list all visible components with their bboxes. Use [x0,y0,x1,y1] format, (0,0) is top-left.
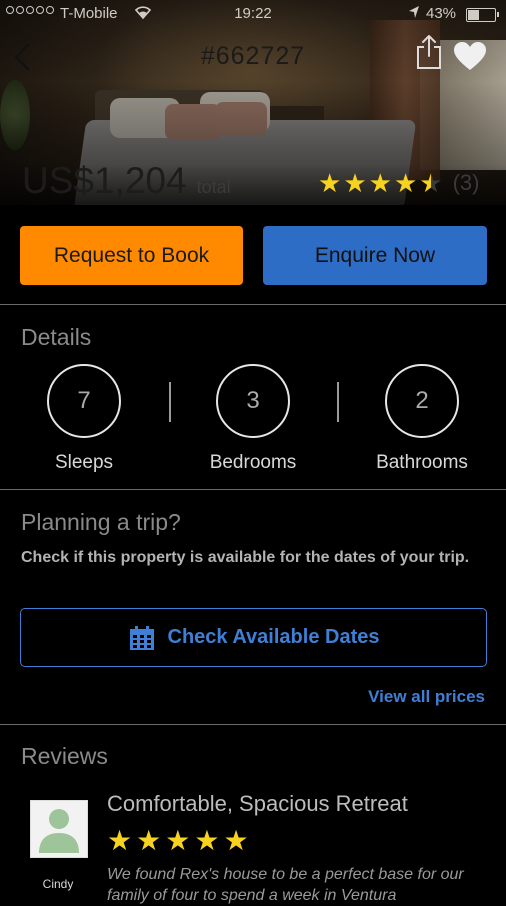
separator [337,382,339,422]
heart-icon [454,42,486,70]
star-icon: ★ [194,825,220,856]
view-all-prices-link[interactable]: View all prices [368,687,485,707]
enquire-now-button[interactable]: Enquire Now [263,226,487,285]
star-icon: ★ [343,168,367,198]
separator [169,382,171,422]
details-title: Details [21,324,92,350]
divider [0,489,506,490]
star-icon: ★ [318,168,342,198]
stat-bedrooms: 3 Bedrooms [183,364,323,474]
divider [0,724,506,725]
sleeps-label: Sleeps [54,452,114,473]
rating: ★ ★ ★ ★ ★ (3) [318,170,479,196]
trip-description: Check if this property is available for … [21,549,470,566]
request-to-book-button[interactable]: Request to Book [20,226,243,285]
star-icon: ★ [368,168,392,198]
reviewer-name: Cindy [42,877,74,891]
check-available-dates-button[interactable]: Check Available Dates [20,608,487,667]
review-title: Comfortable, Spacious Retreat [107,791,408,816]
favorite-button[interactable] [452,40,488,72]
reviews-title: Reviews [21,743,108,769]
price-amount: US$1,204 [22,160,187,201]
price-display: US$1,204 total [22,160,231,201]
share-button[interactable] [414,34,444,70]
sleeps-value: 7 [47,364,121,438]
share-icon [417,35,441,69]
price-unit: total [196,177,231,197]
stat-bathrooms: 2 Bathrooms [352,364,492,474]
user-silhouette-icon [39,809,79,853]
rating-count: (3) [452,170,480,195]
star-icon: ★ [223,825,249,856]
trip-title: Planning a trip? [21,509,181,535]
bedrooms-value: 3 [216,364,290,438]
bedrooms-label: Bedrooms [209,452,297,473]
star-icon: ★ [393,168,418,198]
star-icon: ★ [107,825,133,856]
star-icon: ★ [136,825,162,856]
calendar-icon [129,625,154,650]
bathrooms-label: Bathrooms [376,452,468,473]
battery-icon [466,8,499,22]
half-star-icon: ★ [419,168,443,198]
battery-percent: 43% [426,5,457,22]
divider [0,304,506,305]
bathrooms-value: 2 [385,364,459,438]
check-dates-label: Check Available Dates [167,626,380,648]
status-bar: T-Mobile 19:22 43% [0,0,506,28]
location-arrow-icon [408,5,420,23]
avatar [30,800,88,858]
star-icon: ★ [165,825,191,856]
stat-sleeps: 7 Sleeps [14,364,154,474]
review-rating: ★ ★ ★ ★ ★ [107,826,249,856]
